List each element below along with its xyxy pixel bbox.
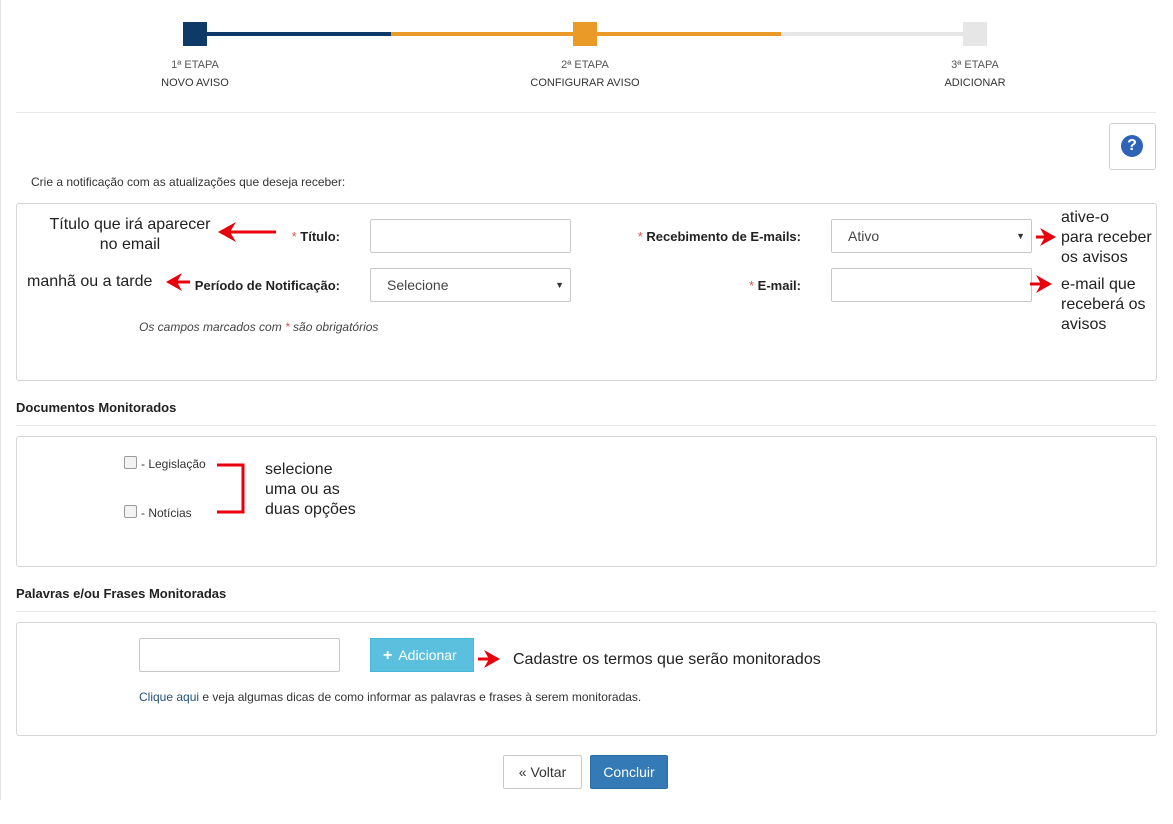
arrow-right-icon	[1030, 275, 1052, 293]
arrow-right-icon	[1036, 228, 1056, 246]
arrow-left-icon	[218, 222, 276, 242]
annotation-arrows	[166, 222, 1056, 668]
arrow-left-icon	[166, 273, 190, 291]
arrow-right-icon	[478, 650, 500, 668]
bracket-icon	[217, 463, 245, 514]
